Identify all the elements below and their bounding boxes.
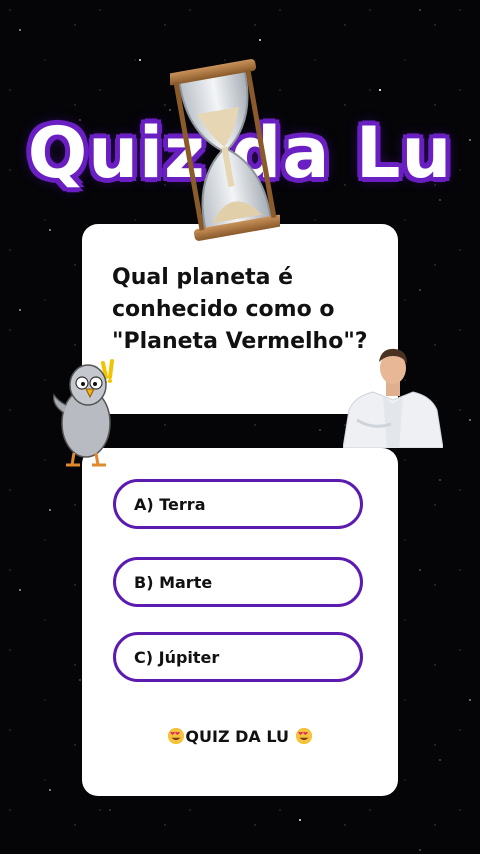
pigeon-mascot — [53, 359, 114, 467]
hourglass-icon — [170, 59, 280, 241]
option-c-button[interactable]: C) Júpiter — [113, 632, 363, 682]
option-a-button[interactable]: A) Terra — [113, 479, 363, 529]
heart-eyes-emoji-icon — [168, 727, 185, 745]
option-b-button[interactable]: B) Marte — [113, 557, 363, 607]
footer-brand: QUIZ DA LU — [82, 727, 398, 746]
presenter-avatar — [343, 348, 443, 448]
footer-text: QUIZ DA LU — [185, 727, 289, 746]
heart-eyes-emoji-icon — [295, 727, 312, 745]
question-text: Qual planeta é conhecido como o "Planeta… — [112, 265, 368, 354]
